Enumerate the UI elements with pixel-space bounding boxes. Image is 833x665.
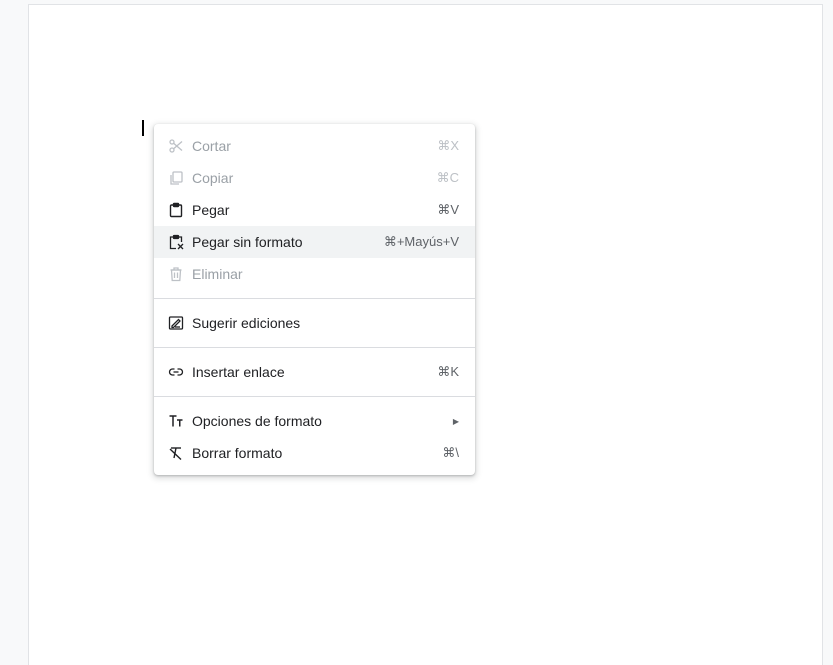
menu-item-suggest-edits[interactable]: Sugerir ediciones [154, 307, 475, 339]
menu-item-delete[interactable]: Eliminar [154, 258, 475, 290]
menu-item-insert-link[interactable]: Insertar enlace ⌘K [154, 356, 475, 388]
menu-item-shortcut: ⌘X [437, 138, 459, 153]
context-menu: Cortar ⌘X Copiar ⌘C Pegar ⌘V Pegar sin f… [154, 124, 475, 475]
text-format-icon [166, 411, 186, 431]
menu-item-paste-plain[interactable]: Pegar sin formato ⌘+Mayús+V [154, 226, 475, 258]
clipboard-icon [166, 200, 186, 220]
menu-item-shortcut: ⌘+Mayús+V [383, 234, 459, 249]
menu-item-shortcut: ⌘K [437, 364, 459, 379]
paste-plain-icon [166, 232, 186, 252]
menu-item-label: Borrar formato [192, 445, 283, 461]
menu-item-shortcut: ⌘\ [442, 445, 459, 460]
submenu-arrow-icon: ▶ [452, 416, 459, 426]
scissors-icon [166, 136, 186, 156]
menu-item-clear-format[interactable]: Borrar formato ⌘\ [154, 437, 475, 469]
menu-item-copy[interactable]: Copiar ⌘C [154, 162, 475, 194]
menu-item-label: Opciones de formato [192, 413, 322, 429]
clear-format-icon [166, 443, 186, 463]
menu-item-label: Insertar enlace [192, 364, 285, 380]
menu-item-format-options[interactable]: Opciones de formato ▶ [154, 405, 475, 437]
menu-item-label: Pegar [192, 202, 230, 218]
menu-item-label: Sugerir ediciones [192, 315, 301, 331]
link-icon [166, 362, 186, 382]
menu-separator [154, 396, 475, 397]
menu-separator [154, 298, 475, 299]
menu-item-label: Pegar sin formato [192, 234, 303, 250]
menu-separator [154, 347, 475, 348]
menu-item-label: Copiar [192, 170, 234, 186]
text-cursor [142, 120, 144, 136]
menu-item-paste[interactable]: Pegar ⌘V [154, 194, 475, 226]
menu-item-label: Eliminar [192, 266, 243, 282]
suggest-edit-icon [166, 313, 186, 333]
menu-item-cut[interactable]: Cortar ⌘X [154, 130, 475, 162]
menu-item-label: Cortar [192, 138, 231, 154]
trash-icon [166, 264, 186, 284]
copy-icon [166, 168, 186, 188]
menu-item-shortcut: ⌘C [436, 170, 459, 185]
menu-item-shortcut: ⌘V [437, 202, 459, 217]
